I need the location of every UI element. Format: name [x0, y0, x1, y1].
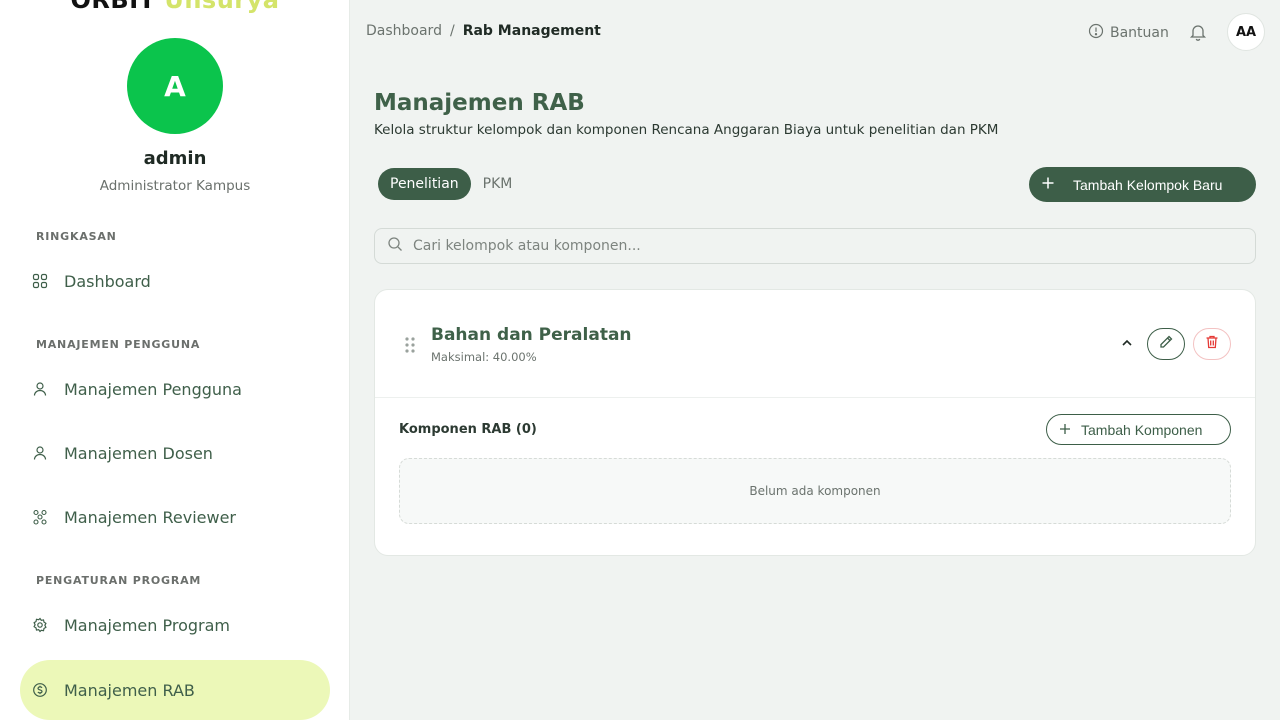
brand-name-accent: Unsurya: [164, 0, 280, 14]
chevron-up-icon[interactable]: [1120, 335, 1134, 349]
sidebar: ORBIT Unsurya A admin Administrator Kamp…: [0, 0, 350, 720]
users-network-icon: [32, 509, 48, 525]
empty-label: Belum ada komponen: [749, 484, 881, 498]
section-label-pengaturan-program: PENGATURAN PROGRAM: [36, 574, 202, 587]
user-icon: [32, 381, 48, 397]
user-icon: [32, 445, 48, 461]
tab-penelitian[interactable]: Penelitian: [378, 168, 471, 200]
avatar: A: [127, 38, 223, 134]
sidebar-item-label: Manajemen RAB: [64, 680, 195, 700]
info-icon: [1088, 23, 1104, 43]
section-label-ringkasan: RINGKASAN: [36, 230, 117, 243]
breadcrumb: Dashboard / Rab Management: [366, 23, 601, 39]
sidebar-item-label: Manajemen Pengguna: [64, 379, 242, 399]
section-label-manajemen-pengguna: MANAJEMEN PENGGUNA: [36, 338, 201, 351]
sidebar-item-manajemen-pengguna[interactable]: Manajemen Pengguna: [20, 359, 330, 419]
brand-name: ORBIT: [70, 0, 156, 14]
add-component-label: Tambah Komponen: [1081, 421, 1203, 438]
group-header: Bahan dan Peralatan Maksimal: 40.00%: [375, 290, 1255, 398]
user-name: admin: [143, 148, 207, 169]
add-component-button[interactable]: Tambah Komponen: [1046, 414, 1231, 445]
grid-icon: [32, 273, 48, 289]
gear-icon: [32, 617, 48, 633]
help-label: Bantuan: [1110, 25, 1169, 41]
bell-icon[interactable]: [1188, 22, 1208, 42]
user-avatar[interactable]: AA: [1227, 13, 1265, 51]
sidebar-item-manajemen-rab[interactable]: Manajemen RAB: [20, 660, 330, 720]
edit-group-button[interactable]: [1147, 328, 1185, 360]
tab-list: Penelitian PKM: [378, 168, 524, 200]
add-group-label: Tambah Kelompok Baru: [1073, 176, 1223, 193]
delete-group-button[interactable]: [1193, 328, 1231, 360]
money-icon: [32, 682, 48, 698]
breadcrumb-dashboard[interactable]: Dashboard: [366, 23, 442, 39]
components-label: Komponen RAB (0): [399, 422, 537, 437]
plus-icon: [1059, 422, 1071, 438]
empty-components-placeholder: Belum ada komponen: [399, 458, 1231, 524]
sidebar-item-label: Manajemen Program: [64, 615, 231, 635]
breadcrumb-separator: /: [449, 23, 455, 39]
help-button[interactable]: Bantuan: [1088, 23, 1169, 43]
add-group-button[interactable]: Tambah Kelompok Baru: [1029, 167, 1256, 202]
page-title: Manajemen RAB: [374, 90, 585, 116]
sidebar-item-label: Dashboard: [64, 271, 151, 291]
brand-logo: ORBIT Unsurya: [0, 0, 349, 14]
sidebar-item-manajemen-program[interactable]: Manajemen Program: [20, 595, 330, 655]
trash-icon: [1204, 334, 1220, 354]
rab-group-card: Bahan dan Peralatan Maksimal: 40.00% Kom…: [374, 289, 1256, 556]
sidebar-item-manajemen-reviewer[interactable]: Manajemen Reviewer: [20, 487, 330, 547]
breadcrumb-current: Rab Management: [462, 23, 601, 39]
search-icon: [387, 236, 403, 256]
page-subtitle: Kelola struktur kelompok dan komponen Re…: [374, 122, 999, 138]
sidebar-item-label: Manajemen Reviewer: [64, 507, 237, 527]
user-role: Administrator Kampus: [99, 178, 251, 194]
search-input[interactable]: [413, 238, 1233, 254]
search-bar: [374, 228, 1256, 264]
sidebar-item-manajemen-dosen[interactable]: Manajemen Dosen: [20, 423, 330, 483]
plus-icon: [1041, 176, 1055, 193]
group-max-percentage: Maksimal: 40.00%: [431, 350, 537, 364]
sidebar-item-label: Manajemen Dosen: [64, 443, 213, 463]
tab-pkm[interactable]: PKM: [471, 168, 525, 200]
group-title: Bahan dan Peralatan: [431, 325, 632, 345]
pencil-icon: [1158, 334, 1174, 354]
sidebar-item-dashboard[interactable]: Dashboard: [20, 251, 330, 311]
drag-handle-icon[interactable]: [403, 336, 417, 354]
